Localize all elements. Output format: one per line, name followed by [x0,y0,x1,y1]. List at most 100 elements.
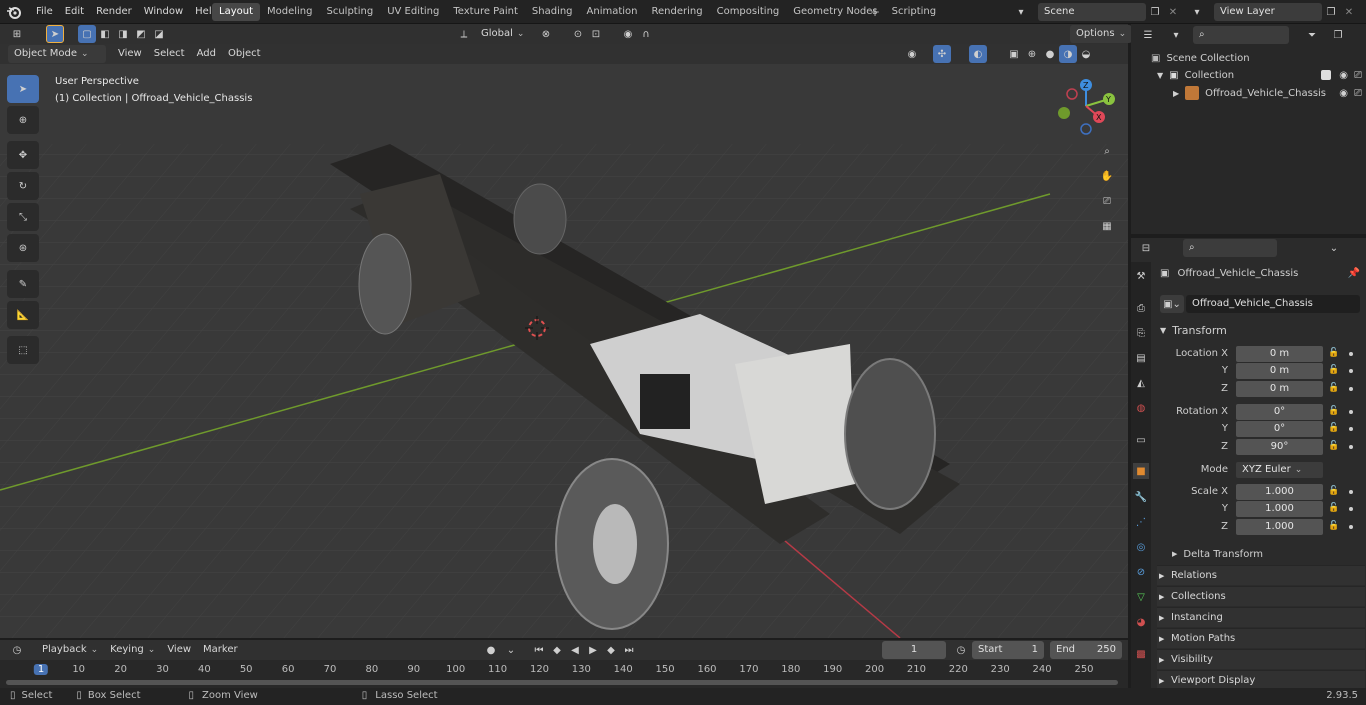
particles-tab-icon[interactable]: ⋰ [1133,514,1149,530]
timeline-menu-marker[interactable]: Marker [197,641,244,659]
gizmo-toggle-icon[interactable]: ✣ [933,45,951,63]
location-x-field[interactable]: 0 m [1236,346,1323,362]
panel-instancing[interactable]: ▶ Instancing [1157,607,1365,627]
tab-animation[interactable]: Animation [580,3,645,21]
viewport-menu-view[interactable]: View [112,45,148,63]
start-frame-field[interactable]: Start 1 [972,641,1044,659]
3d-viewport[interactable]: User Perspective (1) Collection | Offroa… [0,44,1128,638]
select-extend-icon[interactable]: ◧ [96,25,114,43]
eye-icon[interactable]: ◉ [1339,70,1348,81]
tool-tab-icon[interactable]: ⚒ [1133,268,1149,284]
select-subtract-icon[interactable]: ◨ [114,25,132,43]
select-invert-icon[interactable]: ◩ [132,25,150,43]
snap-icon[interactable]: ⊙ [569,25,587,43]
next-keyframe-icon[interactable]: ◆ [602,641,620,659]
tab-scripting[interactable]: Scripting [885,3,943,21]
falloff-icon[interactable]: ∩ [637,25,655,43]
tool-transform-icon[interactable]: ⊛ [7,234,39,262]
lock-icon[interactable]: 🔓 [1328,423,1339,433]
close-view-layer-icon[interactable]: ✕ [1340,3,1358,21]
material-tab-icon[interactable]: ◕ [1133,614,1149,630]
keyframe-dot-icon[interactable] [1349,427,1353,431]
timeline-body[interactable]: 1 10 20 30 40 50 60 70 80 90 100 110 120 130 140 150 160… [0,660,1128,688]
scale-z-field[interactable]: 1.000 [1236,519,1323,535]
object-browse-icon[interactable]: ▣⌄ [1160,295,1184,313]
object-mode-dropdown[interactable]: Object Mode [8,45,106,63]
current-frame-field[interactable]: 1 [882,641,946,659]
lock-icon[interactable]: 🔓 [1328,348,1339,358]
transform-orientation-icon[interactable]: ⟂ [455,25,473,43]
keyframe-dot-icon[interactable] [1349,410,1353,414]
delta-transform-subpanel[interactable]: ▶ Delta Transform [1172,547,1263,561]
tool-measure-icon[interactable]: 📐 [7,301,39,329]
data-tab-icon[interactable]: ▽ [1133,589,1149,605]
record-icon[interactable]: ● [482,641,500,659]
jump-start-icon[interactable]: ⏮ [530,641,548,659]
tab-shading[interactable]: Shading [525,3,580,21]
options-dropdown[interactable]: Options [1070,25,1133,43]
lock-icon[interactable]: 🔓 [1328,383,1339,393]
camera-render-icon[interactable]: ⎚ [1354,88,1362,99]
jump-end-icon[interactable]: ⏭ [620,641,638,659]
tool-scale-icon[interactable]: ⤡ [7,203,39,231]
panel-motion-paths[interactable]: ▶ Motion Paths [1157,628,1365,648]
pan-hand-icon[interactable]: ✋ [1098,167,1116,185]
scene-icon[interactable]: ▾ [1012,3,1030,21]
scale-x-field[interactable]: 1.000 [1236,484,1323,500]
ortho-grid-icon[interactable]: ▦ [1098,217,1116,235]
transform-orientation-dropdown[interactable]: Global [475,25,527,43]
keyframe-dot-icon[interactable] [1349,387,1353,391]
tool-annotate-icon[interactable]: ✎ [7,270,39,298]
properties-editor-icon[interactable]: ⊟ [1137,239,1155,257]
keyframe-dot-icon[interactable] [1349,445,1353,449]
select-new-icon[interactable]: ▢ [78,25,96,43]
scene-tab-icon[interactable]: ◭ [1133,375,1149,391]
rotation-z-field[interactable]: 90° [1236,439,1323,455]
shading-wireframe-icon[interactable]: ⊕ [1023,45,1041,63]
tab-rendering[interactable]: Rendering [645,3,710,21]
timeline-scrollbar[interactable] [6,680,1118,685]
tool-add-cube-icon[interactable]: ⬚ [7,336,39,364]
expand-arrow-icon[interactable]: ▼ [1157,71,1163,80]
object-name-field[interactable]: Offroad_Vehicle_Chassis [1186,295,1360,313]
shading-material-icon[interactable]: ◑ [1059,45,1077,63]
location-y-field[interactable]: 0 m [1236,363,1323,379]
rotation-x-field[interactable]: 0° [1236,404,1323,420]
world-tab-icon[interactable]: ◍ [1133,400,1149,416]
display-mode-icon[interactable]: ▾ [1167,26,1185,44]
view-layer-tab-icon[interactable]: ▤ [1133,350,1149,366]
add-workspace-button[interactable]: + [870,5,880,19]
tool-rotate-icon[interactable]: ↻ [7,172,39,200]
menu-render[interactable]: Render [90,0,138,24]
pivot-icon[interactable]: ⊗ [537,25,555,43]
shading-rendered-icon[interactable]: ◒ [1077,45,1095,63]
physics-tab-icon[interactable]: ◎ [1133,539,1149,555]
tool-cursor-icon[interactable]: ⊕ [7,106,39,134]
viewport-menu-select[interactable]: Select [148,45,191,63]
texture-tab-icon[interactable]: ▩ [1133,646,1149,662]
menu-window[interactable]: Window [138,0,189,24]
keyframe-dot-icon[interactable] [1349,352,1353,356]
pin-icon[interactable]: 📌 [1348,268,1360,279]
rotation-y-field[interactable]: 0° [1236,421,1323,437]
timeline-editor-icon[interactable]: ◷ [8,641,26,659]
constraints-tab-icon[interactable]: ⊘ [1133,564,1149,580]
panel-collections[interactable]: ▶ Collections [1157,586,1365,606]
camera-icon[interactable]: ⎚ [1098,192,1116,210]
modifier-tab-icon[interactable]: 🔧 [1133,489,1149,505]
location-z-field[interactable]: 0 m [1236,381,1323,397]
viewport-menu-add[interactable]: Add [191,45,222,63]
view-layer-field[interactable]: View Layer [1214,3,1322,21]
zoom-icon[interactable]: ⌕ [1098,142,1116,160]
proportional-edit-icon[interactable]: ◉ [619,25,637,43]
keyframe-dot-icon[interactable] [1349,507,1353,511]
eye-icon[interactable]: ◉ [1339,88,1348,99]
properties-search-input[interactable]: ⌕ [1183,239,1277,257]
timeline-menu-keying[interactable]: Keying [104,641,161,659]
panel-visibility[interactable]: ▶ Visibility [1157,649,1365,669]
camera-render-icon[interactable]: ⎚ [1354,70,1362,81]
editor-type-icon[interactable]: ⊞ [8,25,26,43]
end-frame-field[interactable]: End 250 [1050,641,1122,659]
scene-collection-row[interactable]: ▣ Scene Collection [1151,50,1250,66]
scene-field[interactable]: Scene [1038,3,1146,21]
